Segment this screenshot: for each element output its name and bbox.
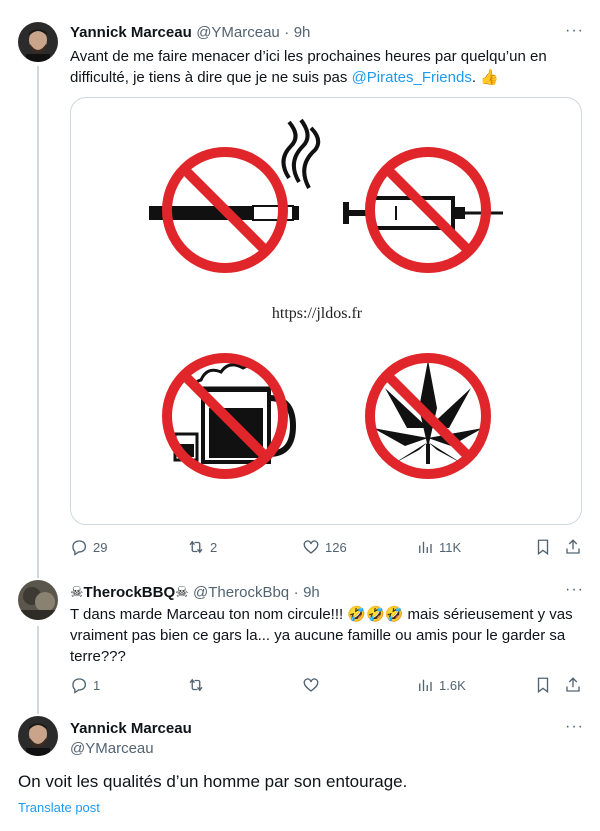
share-icon [566, 677, 580, 692]
author-badge-emoji: ☠ [175, 584, 189, 601]
separator-dot: · [293, 584, 299, 601]
image-url-text: https://jldos.fr [272, 305, 363, 322]
translate-post-link[interactable]: Translate post [18, 800, 100, 815]
reply-icon [72, 540, 87, 556]
bookmark-button[interactable] [534, 538, 552, 556]
like-count: 126 [325, 539, 347, 555]
more-options-button[interactable]: ··· [565, 581, 584, 599]
bookmark-icon [537, 539, 549, 556]
views-chart-icon [419, 679, 432, 691]
repost-count: 2 [210, 539, 218, 555]
tweet-text: T dans marde Marceau ton nom circule!!! … [70, 604, 594, 667]
tweet-text-line: T dans marde Marceau ton nom circule!!! … [70, 606, 573, 623]
author-name[interactable]: Yannick Marceau [70, 24, 192, 41]
author-badge-emoji: ☠ [70, 584, 84, 601]
media-image[interactable]: https://jldos.fr [70, 97, 582, 525]
reply-button[interactable]: 1 [70, 676, 100, 694]
tweet-text-line: terre??? [70, 648, 126, 665]
avatar[interactable] [18, 22, 58, 62]
reply-button[interactable]: 29 [70, 538, 107, 556]
no-alcohol-icon [162, 353, 297, 479]
share-button[interactable] [564, 676, 582, 694]
tweet-actions: 29 2 126 11K [70, 538, 582, 558]
timestamp[interactable]: 9h [294, 24, 311, 41]
no-drugs-syringe-icon [343, 147, 503, 273]
tweet-text-segment: difficulté, je tiens à dire que je ne su… [70, 69, 352, 86]
author-name[interactable]: TherockBBQ [83, 584, 175, 601]
heart-icon [303, 540, 319, 554]
views-button[interactable]: 1.6K [416, 676, 466, 694]
share-button[interactable] [564, 538, 582, 556]
no-smoking-icon [149, 118, 321, 273]
views-chart-icon [419, 541, 432, 553]
thumbs-up-emoji: 👍 [480, 69, 499, 86]
avatar[interactable] [18, 580, 58, 620]
repost-button[interactable]: 2 [187, 538, 217, 556]
bookmark-icon [537, 677, 549, 694]
tweet-text-line: Avant de me faire menacer d’ici les proc… [70, 48, 547, 65]
repost-icon [189, 540, 203, 554]
tweet-actions: 1 1.6K [70, 676, 582, 696]
reply-count: 29 [93, 539, 108, 555]
no-cannabis-icon [365, 353, 491, 479]
author-name[interactable]: Yannick Marceau [70, 720, 192, 737]
views-count: 1.6K [439, 677, 466, 693]
more-options-button[interactable]: ··· [565, 22, 584, 40]
repost-icon [189, 678, 203, 692]
like-button[interactable] [302, 676, 325, 694]
separator-dot: · [284, 24, 290, 41]
reply-count: 1 [93, 677, 101, 693]
author-handle[interactable]: @YMarceau [70, 740, 154, 757]
like-button[interactable]: 126 [302, 538, 347, 556]
more-options-button[interactable]: ··· [565, 718, 584, 736]
reply-icon [72, 678, 87, 694]
heart-icon [303, 678, 319, 692]
mention-link[interactable]: @Pirates_Friends [352, 69, 472, 86]
thread-connector [37, 626, 39, 714]
views-count: 11K [439, 539, 462, 555]
avatar[interactable] [18, 716, 58, 756]
tweet-text: Avant de me faire menacer d’ici les proc… [70, 46, 590, 88]
bookmark-button[interactable] [534, 676, 552, 694]
author-handle[interactable]: @TherockBbq [193, 584, 289, 601]
views-button[interactable]: 11K [416, 538, 461, 556]
tweet-text-line: vraiment pas bien ce gars la... ya aucun… [70, 627, 566, 644]
tweet-text: On voit les qualités d’un homme par son … [18, 772, 408, 791]
tweet-text-line: difficulté, je tiens à dire que je ne su… [70, 67, 590, 88]
thread-connector [37, 66, 39, 578]
repost-button[interactable] [187, 676, 210, 694]
share-icon [566, 539, 580, 554]
tweet-text-segment: . [471, 69, 481, 86]
author-handle[interactable]: @YMarceau [196, 24, 280, 41]
timestamp[interactable]: 9h [303, 584, 320, 601]
